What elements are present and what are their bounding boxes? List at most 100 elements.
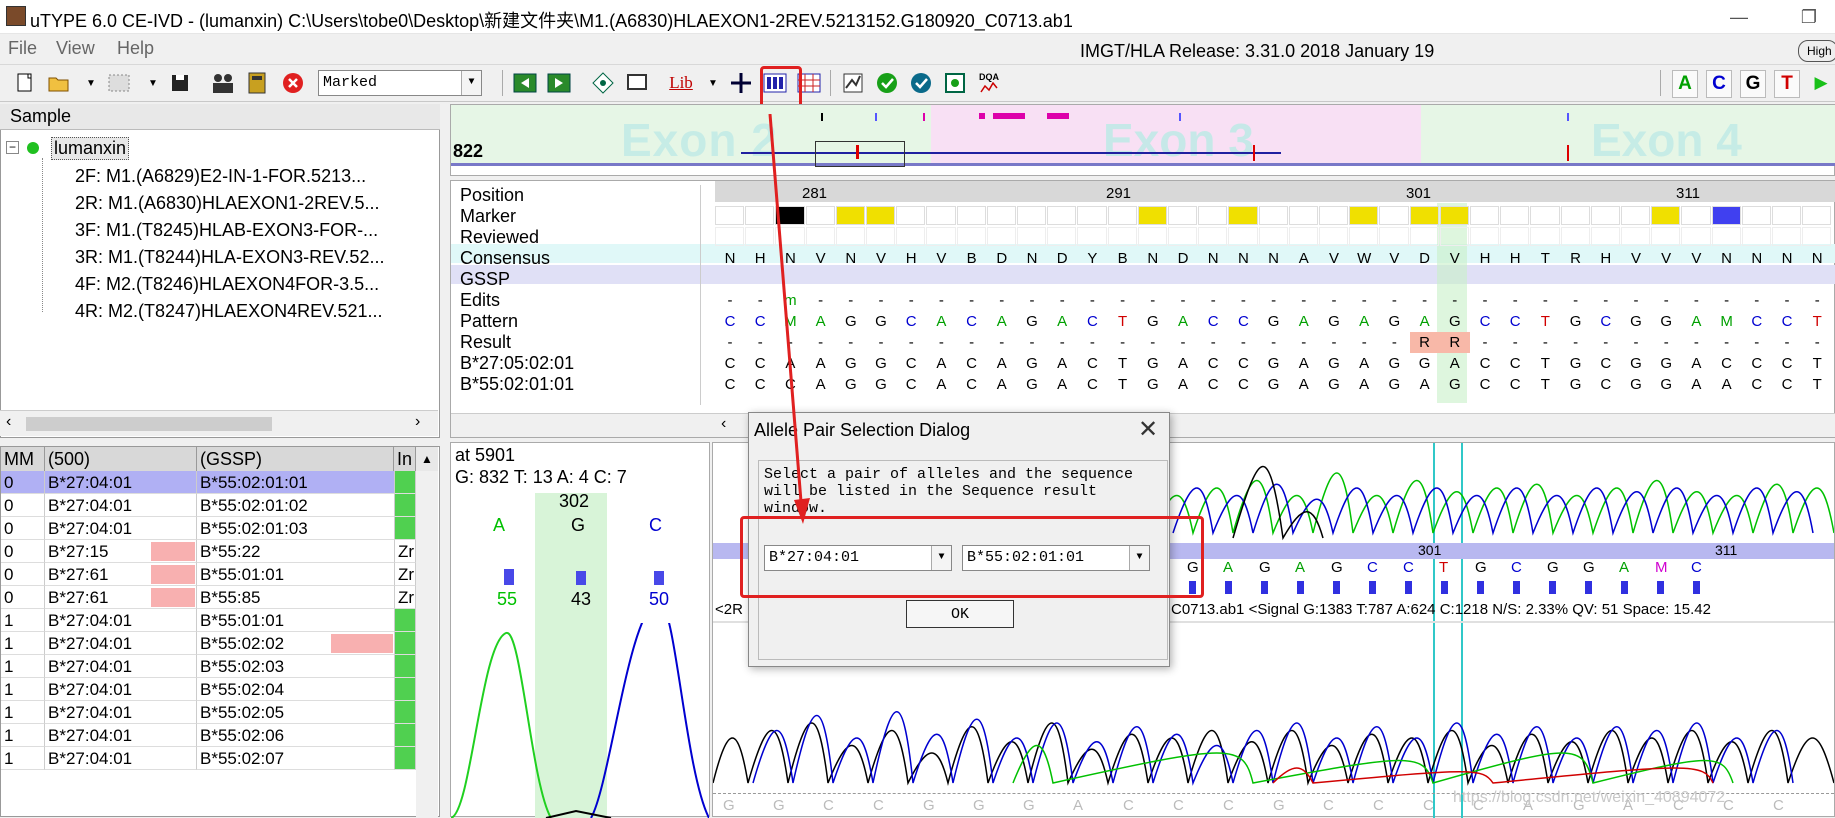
zoom-region-icon[interactable] (942, 70, 968, 96)
base-t-button[interactable]: T (1774, 70, 1800, 98)
table-row[interactable]: 0 B*27:04:01 B*55:02:01:01 (1, 471, 416, 494)
table-row[interactable]: 0 B*27:15 B*55:22 Zr (1, 540, 416, 563)
dropdown-arrow-icon[interactable]: ▼ (700, 70, 726, 96)
menu-file[interactable]: File (8, 38, 37, 59)
move-icon[interactable] (728, 70, 754, 96)
open-folder-icon[interactable] (46, 70, 72, 96)
diamond-icon[interactable] (590, 70, 616, 96)
bottom-base: C (1173, 797, 1184, 814)
exon-overview: Exon 2 Exon 3 Exon 4 822 (450, 104, 1835, 176)
tree-item-2f[interactable]: 2F: M1.(A6829)E2-IN-1-FOR.5213... (75, 166, 366, 187)
marked-combo-value: Marked (323, 74, 378, 91)
check-green-icon[interactable] (874, 70, 900, 96)
next-icon[interactable] (546, 70, 572, 96)
table-row[interactable]: 0 B*27:61 B*55:85 Zr (1, 586, 416, 609)
ok-button[interactable]: OK (906, 600, 1014, 628)
table-row[interactable]: 0 B*27:61 B*55:01:01 Zr (1, 563, 416, 586)
table-row[interactable]: 1 B*27:04:01 B*55:02:06 (1, 724, 416, 747)
tree-root-lumanxin[interactable]: lumanxin (51, 137, 130, 160)
consensus-base: V (936, 250, 947, 267)
grid-icon[interactable] (106, 70, 132, 96)
scroll-up-icon[interactable]: ▲ (416, 447, 438, 471)
table-row[interactable]: 1 B*27:04:01 B*55:02:05 (1, 701, 416, 724)
grid-header-gssp[interactable]: (GSSP) (197, 447, 394, 471)
dropdown-arrow-icon[interactable]: ▼ (78, 70, 104, 96)
tree-item-4f[interactable]: 4F: M2.(T8246)HLAEXON4FOR-3.5... (75, 274, 379, 295)
sample-horizontal-scrollbar[interactable]: ‹ › (0, 410, 438, 436)
monitor-icon[interactable] (624, 70, 650, 96)
maximize-button[interactable]: ❐ (1786, 0, 1832, 34)
users-icon[interactable] (210, 70, 236, 96)
collapse-icon[interactable]: − (6, 141, 19, 154)
calculator-icon[interactable] (244, 70, 270, 96)
lib-button[interactable]: Lib (666, 70, 696, 96)
grid-cell: B*27:04:01 (45, 494, 197, 517)
dropdown-arrow-icon[interactable]: ▼ (140, 70, 166, 96)
scroll-right-icon[interactable]: › (415, 413, 420, 431)
chart-edit-icon[interactable] (840, 70, 866, 96)
table-row[interactable]: 0 B*27:04:01 B*55:02:01:02 (1, 494, 416, 517)
marker-cell (1772, 206, 1802, 225)
table-row[interactable]: 1 B*27:04:01 B*55:02:02 (1, 632, 416, 655)
status-dot-icon (27, 142, 39, 154)
pattern-base: G (1267, 313, 1280, 330)
grid-header-500[interactable]: (500) (45, 447, 197, 471)
grid-vertical-scrollbar[interactable] (416, 471, 438, 817)
base-c-button[interactable]: C (1706, 70, 1732, 98)
grid-cell: B*27:04:01 (45, 655, 197, 678)
minimize-button[interactable]: — (1716, 0, 1762, 34)
consensus-base: H (1479, 250, 1491, 267)
consensus-base: V (1449, 250, 1460, 267)
table-row[interactable]: 1 B*27:04:01 B*55:02:07 (1, 747, 416, 770)
grid-header-in[interactable]: In (394, 447, 416, 471)
check-teal-icon[interactable] (908, 70, 934, 96)
marked-combo[interactable]: Marked ▼ (318, 70, 482, 96)
tree-item-3r[interactable]: 3R: M1.(T8244)HLA-EXON3-REV.52... (75, 247, 384, 268)
grid-cell: B*27:04:01 (45, 724, 197, 747)
tree-item-4r[interactable]: 4R: M2.(T8247)HLAEXON4REV.521... (75, 301, 382, 322)
mismatch-highlight (151, 542, 195, 561)
exon-3-label: Exon 3 (1103, 114, 1254, 166)
chevron-down-icon[interactable]: ▼ (461, 71, 481, 95)
tree-item-3f[interactable]: 3F: M1.(T8245)HLAB-EXON3-FOR-... (75, 220, 378, 241)
edits-base: - (1452, 292, 1458, 309)
close-icon[interactable]: ✕ (1134, 415, 1162, 443)
menu-view[interactable]: View (56, 38, 95, 59)
base-g-button[interactable]: G (1740, 70, 1766, 98)
edits-base: - (1482, 292, 1488, 309)
peak-position: at 5901 (455, 445, 516, 465)
result-base: - (1754, 334, 1760, 351)
reviewed-cell (1288, 227, 1318, 246)
trace-base: M (1655, 559, 1668, 576)
allele1-base: T (1812, 355, 1822, 372)
reviewed-cell (986, 227, 1016, 246)
scroll-left-icon[interactable]: ‹ (721, 415, 726, 433)
result-base: - (1603, 334, 1609, 351)
high-badge[interactable]: High (1798, 40, 1835, 62)
base-a-button[interactable]: A (1672, 70, 1698, 98)
scroll-left-icon[interactable]: ‹ (6, 413, 11, 431)
table-row[interactable]: 1 B*27:04:01 B*55:01:01 (1, 609, 416, 632)
table-row[interactable]: 0 B*27:04:01 B*55:02:01:03 (1, 517, 416, 540)
play-icon[interactable]: ▶ (1808, 70, 1834, 96)
tree-item-2r[interactable]: 2R: M1.(A6830)HLAEXON1-2REV.5... (75, 193, 379, 214)
dqa-button[interactable]: DQA (976, 70, 1002, 96)
previous-icon[interactable] (512, 70, 538, 96)
edits-base: - (1391, 292, 1397, 309)
grid-header-mm[interactable]: MM (1, 447, 45, 471)
new-file-icon[interactable] (12, 70, 38, 96)
table-row[interactable]: 1 B*27:04:01 B*55:02:03 (1, 655, 416, 678)
stop-icon[interactable] (280, 70, 306, 96)
menu-help[interactable]: Help (117, 38, 154, 59)
scroll-thumb[interactable] (26, 417, 272, 431)
allele1-base: C (1600, 355, 1612, 372)
allele2-base: A (1419, 376, 1430, 393)
save-icon[interactable] (168, 70, 194, 96)
pattern-base: M (1720, 313, 1733, 330)
grid-cell: 0 (1, 517, 45, 540)
grid-cell: Zr (395, 586, 416, 609)
bottom-base: G (723, 797, 735, 814)
marker-cell (1530, 206, 1560, 225)
table-row[interactable]: 1 B*27:04:01 B*55:02:04 (1, 678, 416, 701)
marker-cell (1741, 206, 1771, 225)
